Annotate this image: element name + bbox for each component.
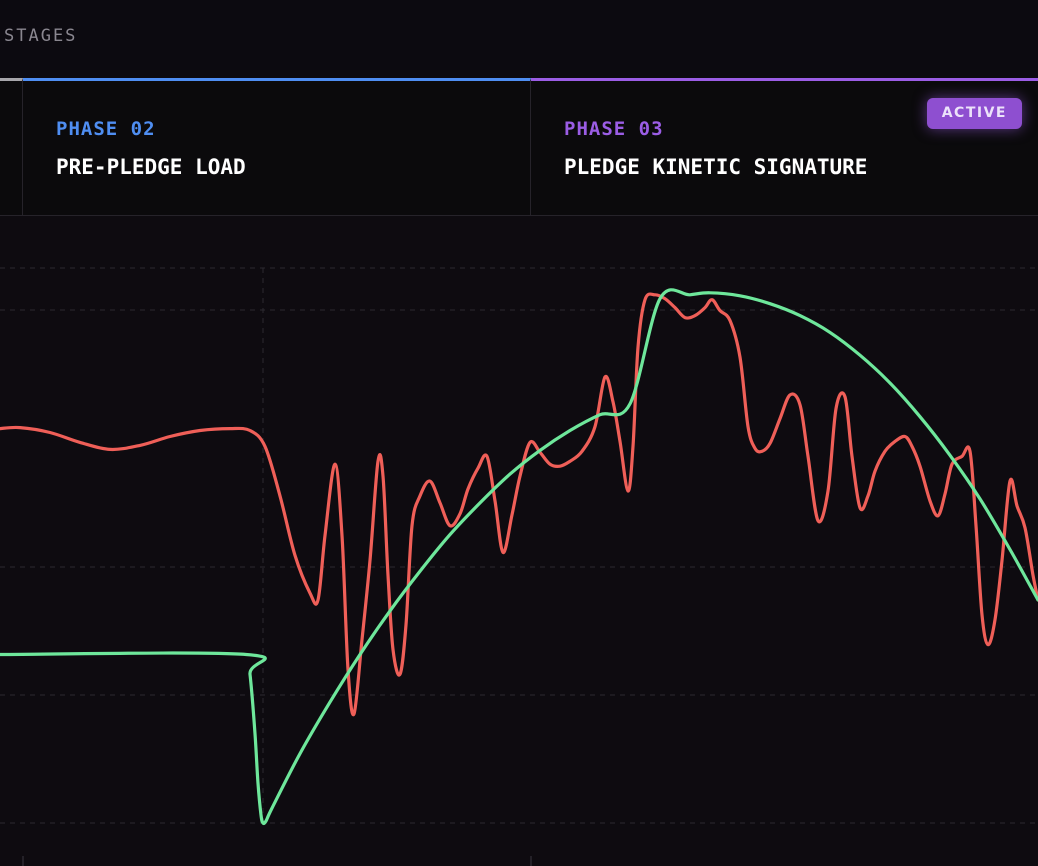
active-status-badge: ACTIVE <box>926 98 1022 129</box>
phase-02-number: PHASE 02 <box>56 118 156 140</box>
chart-grid <box>0 267 1038 866</box>
phase-03-title: PLEDGE KINETIC SIGNATURE <box>564 155 868 179</box>
stages-header: STAGES <box>0 0 1038 78</box>
phase-02-title: PRE-PLEDGE LOAD <box>56 155 246 179</box>
stages-label: STAGES <box>4 26 78 46</box>
phase-strip: PHASE 02 PRE-PLEDGE LOAD PHASE 03 PLEDGE… <box>0 78 1038 216</box>
chart-svg <box>0 267 1038 866</box>
phase-01-cell[interactable] <box>0 78 23 215</box>
signature-chart <box>0 216 1038 866</box>
phase-02-cell[interactable]: PHASE 02 PRE-PLEDGE LOAD <box>23 78 531 215</box>
chart-series <box>0 288 1038 826</box>
green-series-line <box>0 288 1038 826</box>
phase-03-number: PHASE 03 <box>564 118 664 140</box>
phase-03-cell[interactable]: PHASE 03 PLEDGE KINETIC SIGNATURE ACTIVE <box>531 78 1038 215</box>
